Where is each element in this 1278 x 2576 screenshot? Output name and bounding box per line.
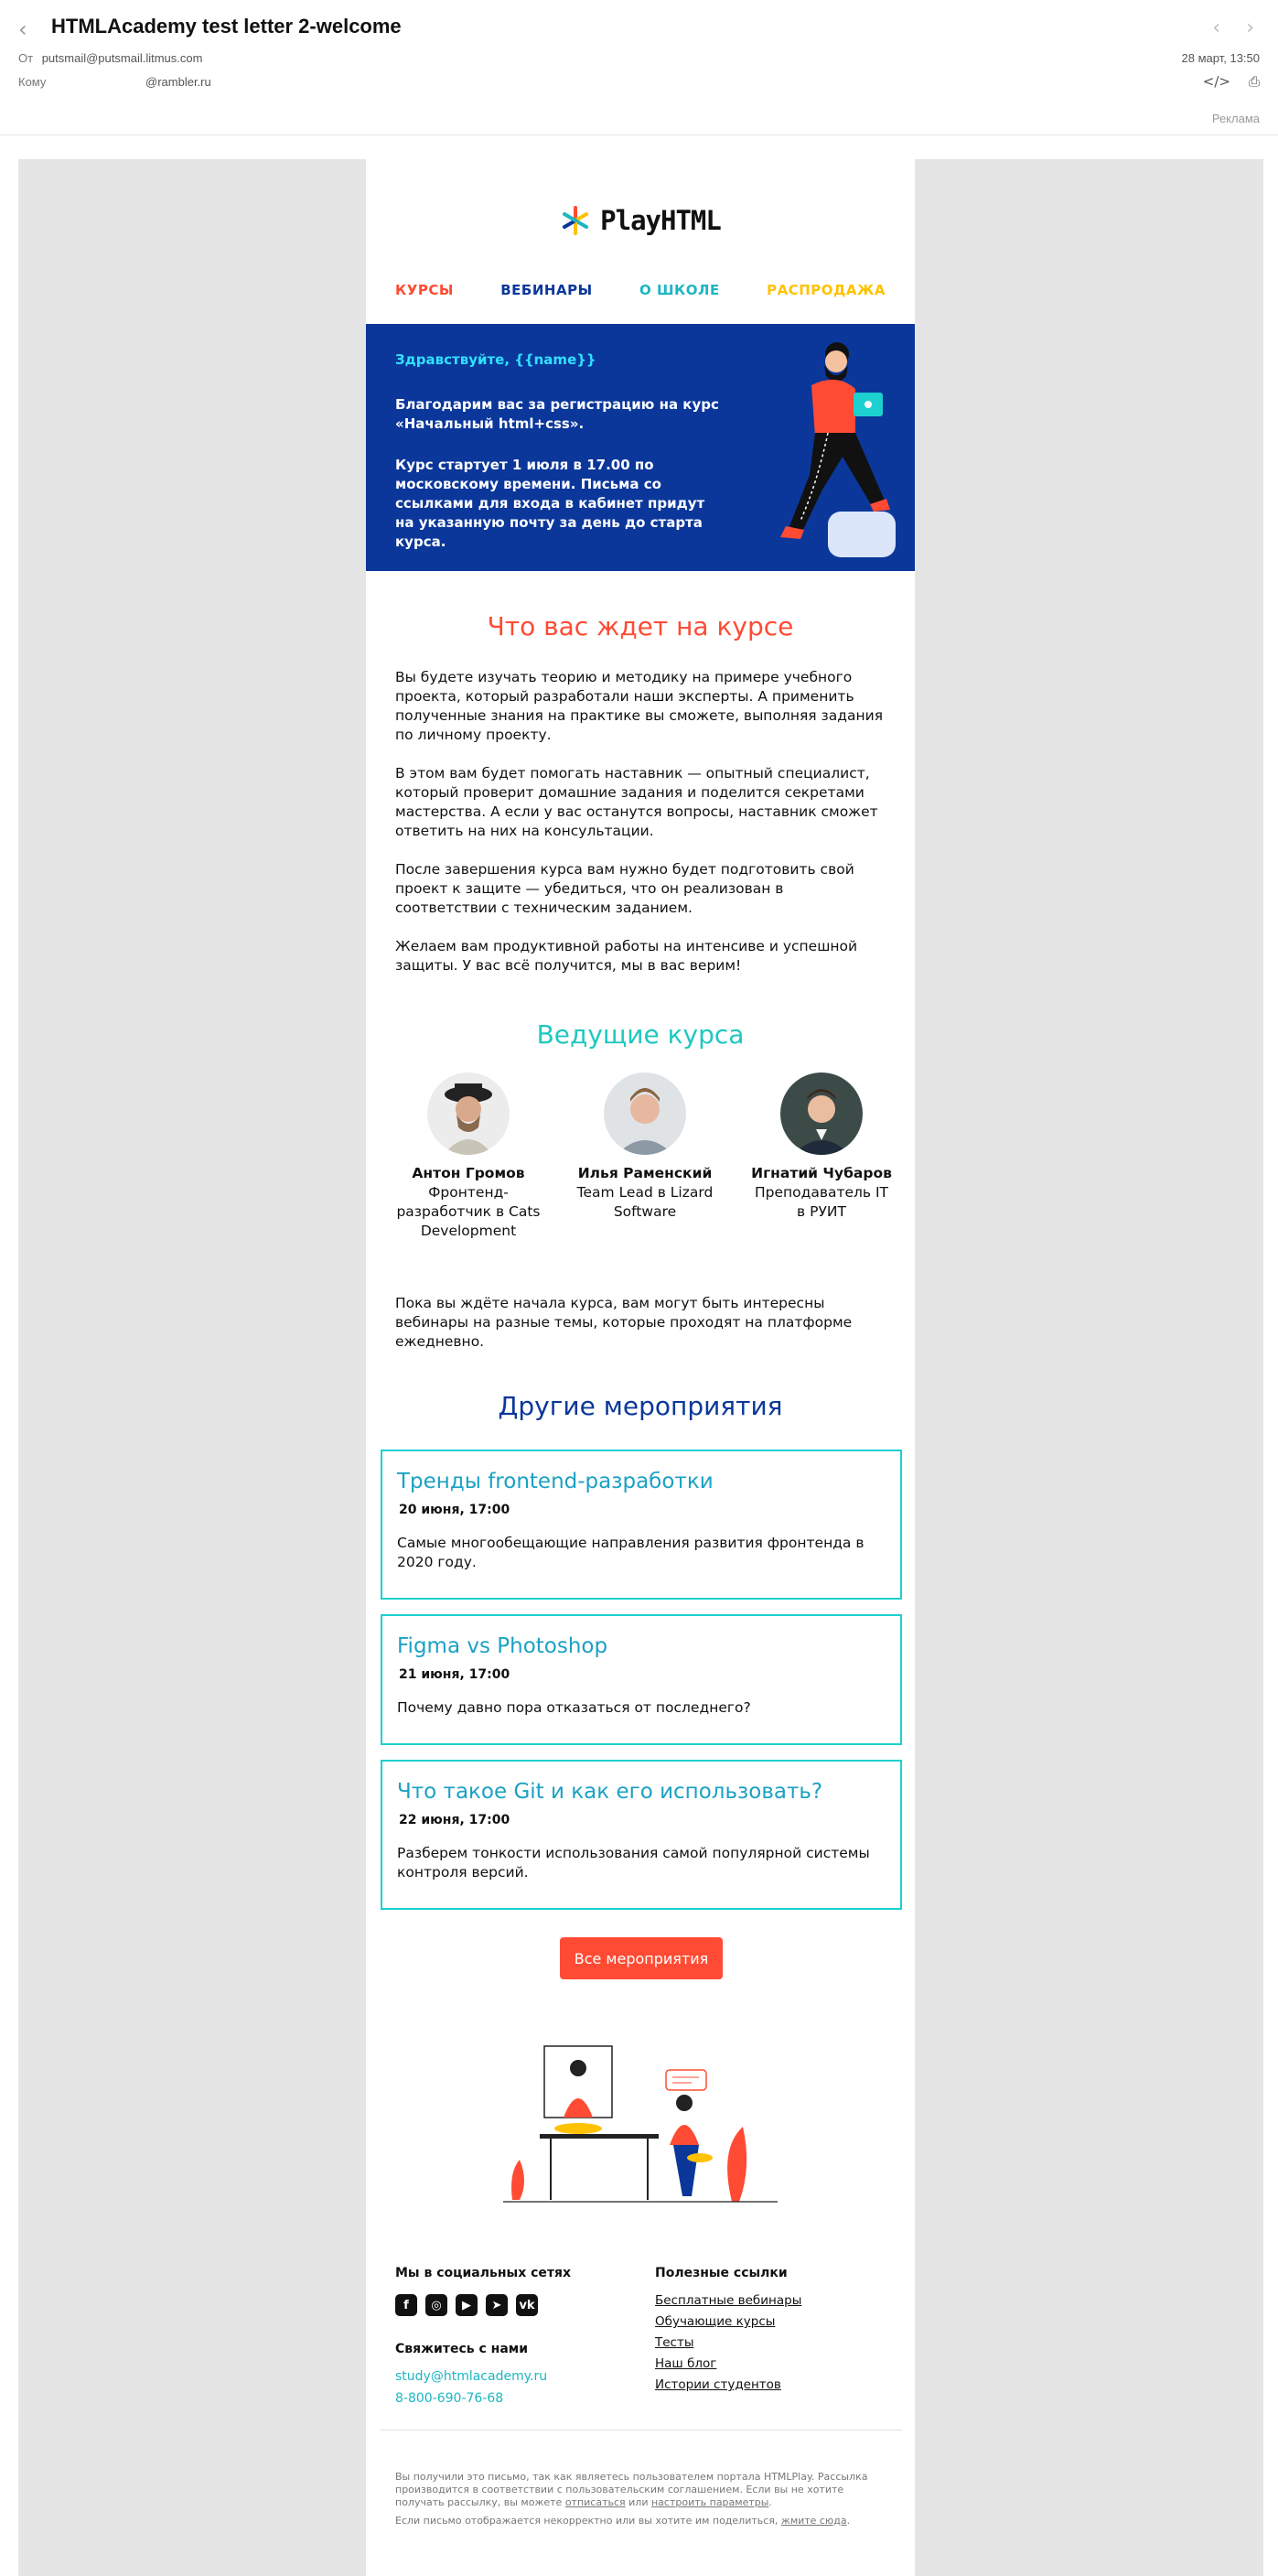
- to-line: Кому @rambler.ru: [18, 75, 211, 89]
- event-description: Разберем тонкости использования самой по…: [397, 1845, 870, 1881]
- youtube-icon[interactable]: ▶: [456, 2294, 478, 2316]
- event-date: 20 июня, 17:00: [399, 1503, 510, 1517]
- telegram-icon[interactable]: ➤: [486, 2294, 508, 2316]
- event-date: 21 июня, 17:00: [399, 1667, 510, 1682]
- link-tests[interactable]: Тесты: [655, 2335, 893, 2350]
- event-card[interactable]: Figma vs Photoshop 21 июня, 17:00 Почему…: [381, 1614, 902, 1745]
- course-heading: Что вас ждет на курсе: [487, 611, 794, 641]
- logo[interactable]: PlayHTML: [366, 205, 915, 236]
- link-courses[interactable]: Обучающие курсы: [655, 2314, 893, 2329]
- message-header: ‹ HTMLAcademy test letter 2-welcome ‹ › …: [0, 0, 1278, 135]
- message-subject: HTMLAcademy test letter 2-welcome: [51, 15, 402, 38]
- event-date: 22 июня, 17:00: [399, 1813, 510, 1827]
- view-online-text-start: Если письмо отображается некорректно или…: [395, 2515, 781, 2527]
- links-heading: Полезные ссылки: [655, 2266, 788, 2280]
- next-message-icon[interactable]: ›: [1246, 16, 1254, 39]
- teacher-role: Team Lead в Lizard Software: [576, 1184, 714, 1220]
- useful-links: Бесплатные вебинары Обучающие курсы Тест…: [655, 2293, 893, 2392]
- code-icon[interactable]: </>: [1203, 73, 1230, 90]
- teachers-list: Антон Громов Фронтенд-разработчик в Cats…: [395, 1072, 895, 1241]
- to-address[interactable]: @rambler.ru: [145, 75, 211, 89]
- banner-text-registration: Благодарим вас за регистрацию на курс «Н…: [395, 396, 719, 432]
- course-paragraph-1: Вы будете изучать теорию и методику на п…: [395, 669, 884, 743]
- teachers-heading: Ведущие курса: [536, 1019, 745, 1050]
- instagram-icon[interactable]: ◎: [425, 2294, 447, 2316]
- menu-item-webinars[interactable]: ВЕБИНАРЫ: [500, 282, 592, 298]
- settings-link[interactable]: настроить параметры: [651, 2496, 768, 2508]
- event-description: Почему давно пора отказаться от последне…: [397, 1699, 751, 1716]
- facebook-icon[interactable]: f: [395, 2294, 417, 2316]
- social-icons: f ◎ ▶ ➤ vk: [395, 2294, 633, 2316]
- event-card[interactable]: Тренды frontend-разработки 20 июня, 17:0…: [381, 1450, 902, 1600]
- unsubscribe-text: Вы получили это письмо, так как являетес…: [395, 2471, 889, 2509]
- menu-item-courses[interactable]: КУРСЫ: [395, 282, 454, 298]
- from-line: От putsmail@putsmail.litmus.com: [18, 51, 202, 65]
- from-label: От: [18, 51, 34, 65]
- unsubscribe-link[interactable]: отписаться: [565, 2496, 626, 2508]
- vk-icon[interactable]: vk: [516, 2294, 538, 2316]
- people-at-table-illustration: [503, 2045, 778, 2203]
- banner-greeting: Здравствуйте, {{name}}: [395, 351, 596, 368]
- teacher-card: Игнатий Чубаров Преподаватель IT в РУИТ: [748, 1072, 895, 1241]
- link-student-stories[interactable]: Истории студентов: [655, 2377, 893, 2392]
- contact-email[interactable]: study@htmlacademy.ru: [395, 2369, 633, 2384]
- event-card[interactable]: Что такое Git и как его использовать? 22…: [381, 1760, 902, 1910]
- unsubscribe-text-end: .: [768, 2496, 772, 2508]
- prev-message-icon[interactable]: ‹: [1212, 16, 1220, 39]
- link-blog[interactable]: Наш блог: [655, 2356, 893, 2371]
- events-heading: Другие мероприятия: [498, 1391, 783, 1421]
- from-address[interactable]: putsmail@putsmail.litmus.com: [42, 51, 203, 65]
- event-title[interactable]: Тренды frontend-разработки: [397, 1468, 886, 1495]
- footer-links-column: Полезные ссылки Бесплатные вебинары Обуч…: [655, 2266, 893, 2392]
- view-online-text: Если письмо отображается некорректно или…: [395, 2515, 889, 2527]
- message-tools: </> ⎙: [1203, 73, 1260, 90]
- social-heading: Мы в социальных сетях: [395, 2266, 572, 2280]
- event-description: Самые многообещающие направления развити…: [397, 1535, 865, 1570]
- email-menu: КУРСЫ ВЕБИНАРЫ О ШКОЛЕ РАСПРОДАЖА: [395, 282, 886, 298]
- to-label: Кому: [18, 75, 47, 89]
- menu-item-about[interactable]: О ШКОЛЕ: [639, 282, 720, 298]
- view-online-link[interactable]: жмите сюда: [781, 2515, 847, 2527]
- webinars-note: Пока вы ждёте начала курса, вам могут бы…: [395, 1295, 853, 1350]
- teacher-name: Илья Раменский: [577, 1165, 713, 1181]
- course-paragraph-3: После завершения курса вам нужно будет п…: [395, 861, 854, 916]
- man-with-laptop-illustration: [780, 342, 896, 557]
- unsubscribe-text-or: или: [625, 2496, 651, 2508]
- course-paragraph-2: В этом вам будет помогать наставник — оп…: [395, 765, 878, 839]
- avatar: [427, 1072, 510, 1155]
- menu-item-sale[interactable]: РАСПРОДАЖА: [767, 282, 886, 298]
- teacher-role: Фронтенд-разработчик в Cats Development: [396, 1184, 541, 1239]
- link-free-webinars[interactable]: Бесплатные вебинары: [655, 2293, 893, 2308]
- email-body: PlayHTML КУРСЫ ВЕБИНАРЫ О ШКОЛЕ РАСПРОДА…: [366, 159, 915, 2576]
- teacher-name: Игнатий Чубаров: [751, 1165, 892, 1181]
- view-online-text-end: .: [846, 2515, 851, 2527]
- teacher-card: Антон Громов Фронтенд-разработчик в Cats…: [395, 1072, 542, 1241]
- print-icon[interactable]: ⎙: [1249, 73, 1260, 90]
- logo-icon: [563, 206, 589, 235]
- teacher-name: Антон Громов: [412, 1165, 525, 1181]
- avatar: [604, 1072, 686, 1155]
- ad-label[interactable]: Реклама: [1212, 112, 1260, 125]
- contact-heading: Свяжитесь с нами: [395, 2342, 529, 2356]
- all-events-button[interactable]: Все мероприятия: [560, 1937, 723, 1979]
- course-paragraph-4: Желаем вам продуктивной работы на интенс…: [395, 938, 858, 974]
- teacher-role: Преподаватель IT в РУИТ: [754, 1184, 889, 1220]
- logo-text: PlayHTML: [600, 205, 722, 236]
- banner-text-start: Курс стартует 1 июля в 17.00 по московск…: [395, 457, 705, 550]
- back-arrow-icon[interactable]: ‹: [18, 16, 27, 42]
- teacher-card: Илья Раменский Team Lead в Lizard Softwa…: [572, 1072, 718, 1241]
- welcome-banner: Здравствуйте, {{name}} Благодарим вас за…: [366, 324, 915, 571]
- message-navigation: ‹ ›: [1212, 16, 1254, 39]
- footer-social-column: Мы в социальных сетях f ◎ ▶ ➤ vk Свяжите…: [395, 2266, 633, 2406]
- avatar: [780, 1072, 863, 1155]
- message-date: 28 март, 13:50: [1181, 51, 1260, 65]
- event-title[interactable]: Что такое Git и как его использовать?: [397, 1778, 886, 1805]
- contact-phone[interactable]: 8-800-690-76-68: [395, 2391, 633, 2406]
- event-title[interactable]: Figma vs Photoshop: [397, 1633, 886, 1660]
